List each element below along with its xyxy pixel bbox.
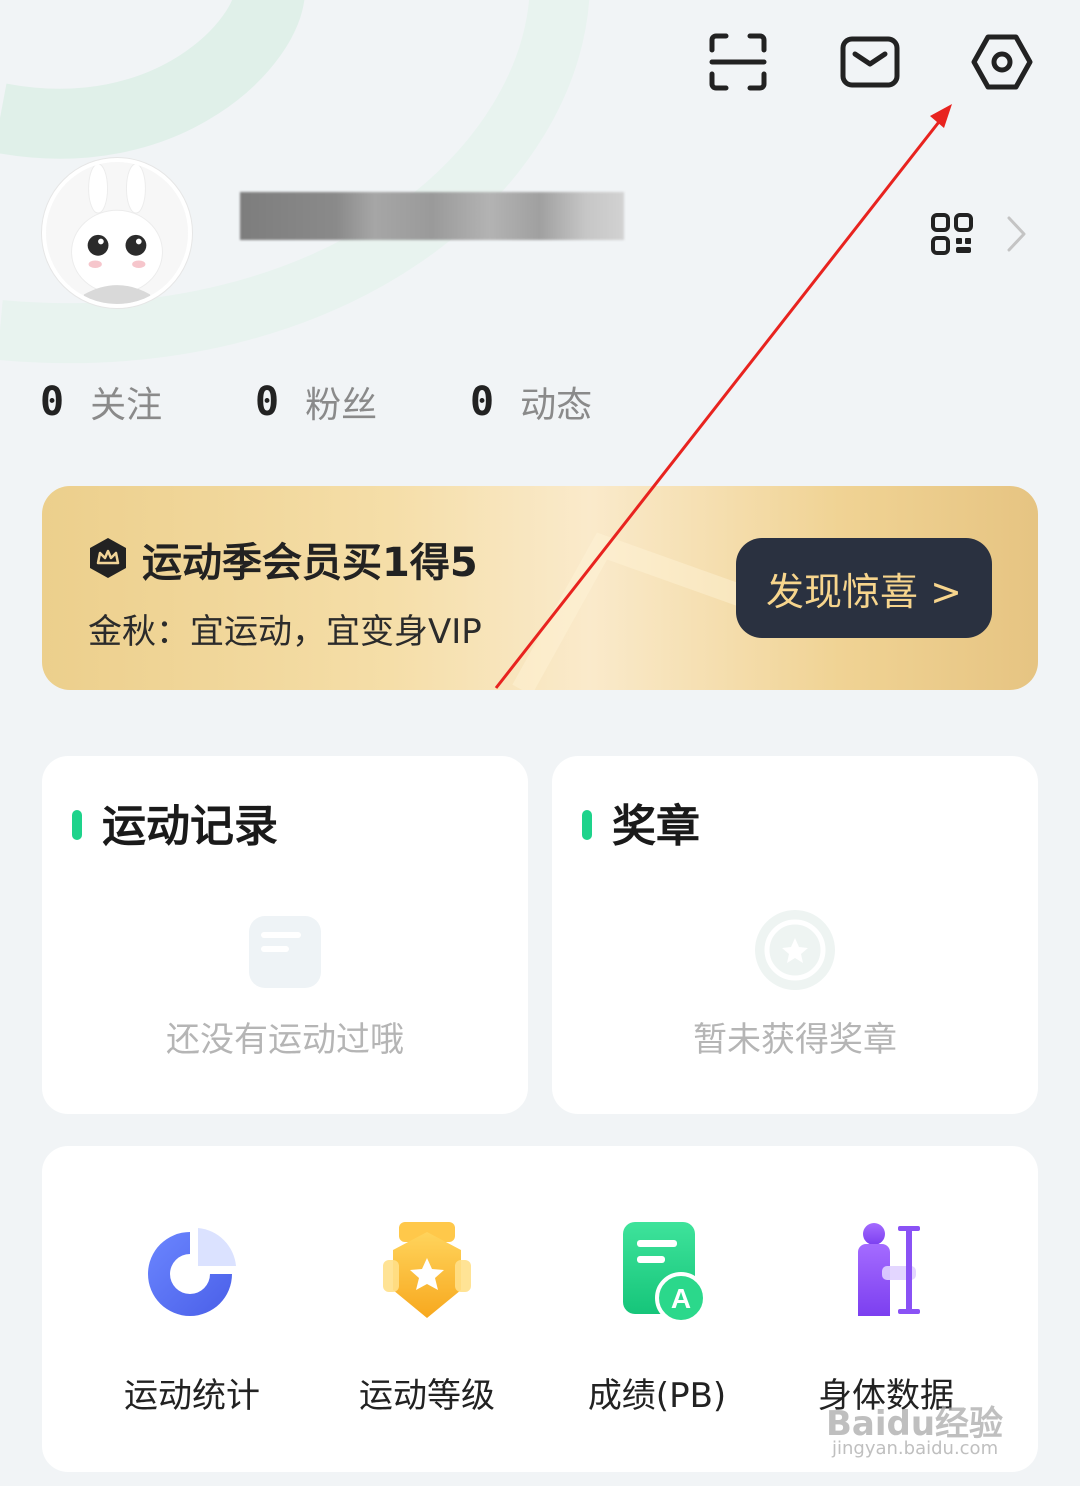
empty-medals-text: 暂未获得奖章 <box>693 1020 897 1060</box>
crown-icon <box>86 536 130 580</box>
vip-banner[interactable]: 运动季会员买1得5 金秋：宜运动，宜变身VIP 发现惊喜 > <box>42 486 1038 690</box>
vip-subtitle: 金秋：宜运动，宜变身VIP <box>88 612 482 652</box>
discover-surprise-button[interactable]: 发现惊喜 > <box>736 538 992 638</box>
watermark-url: jingyan.baidu.com <box>832 1438 999 1459</box>
stat-posts[interactable]: 0 动态 <box>470 372 592 432</box>
stat-label: 粉丝 <box>305 385 378 426</box>
stat-count: 0 <box>470 379 495 425</box>
stat-label: 关注 <box>90 385 163 426</box>
stat-label: 动态 <box>520 385 593 426</box>
stat-count: 0 <box>40 379 65 425</box>
empty-record-icon <box>247 914 323 990</box>
pie-chart-icon <box>142 1220 242 1324</box>
title-accent-bar <box>582 810 592 840</box>
vip-title: 运动季会员买1得5 <box>142 540 478 586</box>
stat-count: 0 <box>255 379 280 425</box>
tool-body-data[interactable]: 身体数据 <box>786 1216 986 1416</box>
tool-exercise-level[interactable]: 运动等级 <box>327 1216 527 1416</box>
card-title: 奖章 <box>612 801 700 852</box>
exercise-records-card[interactable]: 运动记录 还没有运动过哦 <box>42 756 528 1114</box>
body-data-icon <box>836 1220 936 1324</box>
tool-personal-best[interactable]: A 成绩(PB) <box>557 1216 757 1416</box>
avatar[interactable] <box>42 158 192 308</box>
chevron-right-icon[interactable] <box>1004 212 1028 256</box>
level-badge-icon <box>377 1220 477 1324</box>
empty-medal-icon <box>755 910 835 990</box>
scan-icon[interactable] <box>706 30 770 94</box>
stat-followers[interactable]: 0 粉丝 <box>255 372 377 432</box>
tool-label: 运动统计 <box>124 1376 260 1416</box>
tool-exercise-stats[interactable]: 运动统计 <box>92 1216 292 1416</box>
svg-text:A: A <box>671 1283 691 1314</box>
mail-icon[interactable] <box>838 30 902 94</box>
settings-icon[interactable] <box>970 30 1034 94</box>
tool-label: 运动等级 <box>359 1376 495 1416</box>
card-title: 运动记录 <box>102 801 278 852</box>
tool-label: 成绩(PB) <box>587 1376 727 1416</box>
score-document-icon: A <box>607 1220 707 1324</box>
stat-following[interactable]: 0 关注 <box>40 372 162 432</box>
title-accent-bar <box>72 810 82 840</box>
medals-card[interactable]: 奖章 暂未获得奖章 <box>552 756 1038 1114</box>
empty-records-text: 还没有运动过哦 <box>166 1020 404 1060</box>
qr-code-icon[interactable] <box>930 212 974 256</box>
username-redacted <box>240 192 624 240</box>
